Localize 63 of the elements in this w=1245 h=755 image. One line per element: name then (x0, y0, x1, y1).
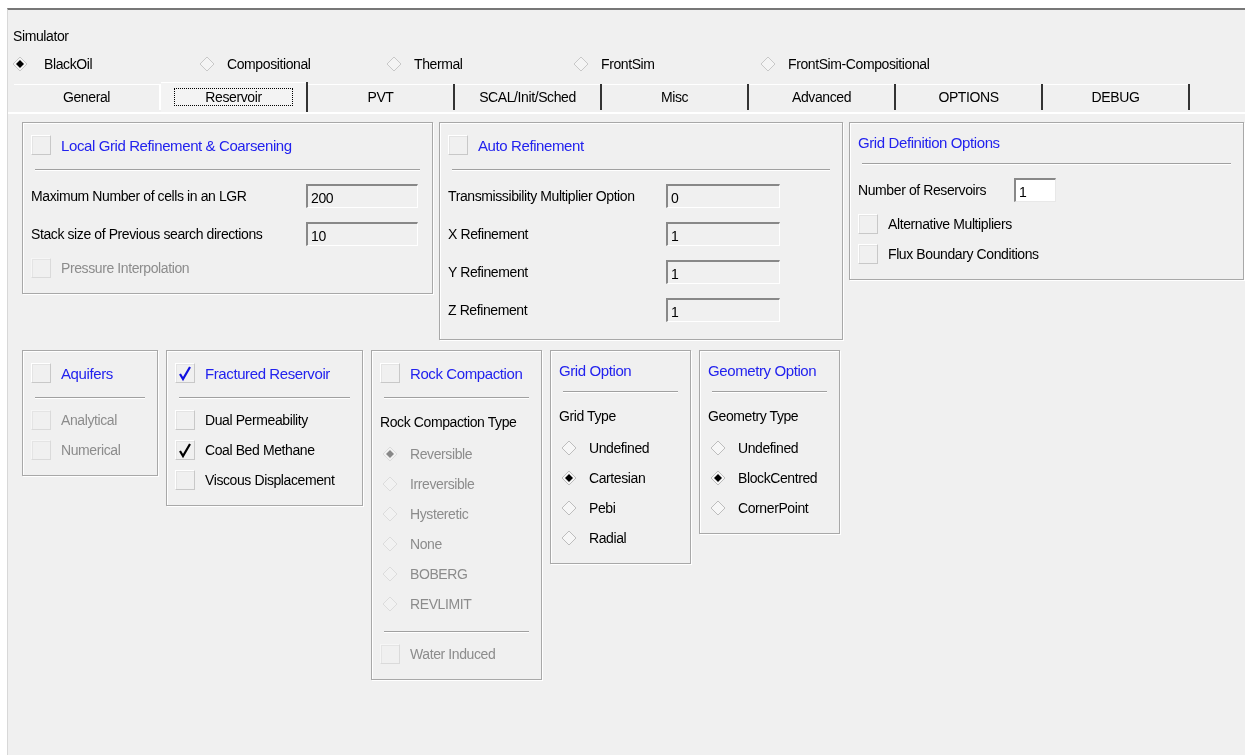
tab[interactable]: PVT (308, 84, 455, 110)
field-label: Stack size of Previous search directions (31, 226, 264, 242)
radio-button[interactable] (760, 56, 776, 72)
field-label: X Refinement (448, 226, 530, 242)
option-heading: Geometry Type (708, 408, 799, 424)
simulator-label: Simulator (12, 27, 70, 46)
radio-label[interactable]: BlackOil (44, 56, 93, 72)
group-title[interactable]: Local Grid Refinement & Coarsening (61, 136, 292, 154)
radio-label[interactable]: BlockCentred (738, 470, 818, 486)
radio-label[interactable]: Compositional (227, 56, 311, 72)
option-heading: Grid Type (559, 408, 616, 424)
group-title: Grid Option (559, 361, 632, 379)
input-field[interactable]: 0 (666, 184, 780, 208)
field-label: Y Refinement (448, 264, 529, 280)
tab[interactable]: SCAL/Init/Sched (455, 84, 602, 110)
radio-button[interactable] (561, 470, 577, 486)
radio-label[interactable]: Radial (589, 530, 627, 546)
radio-button[interactable] (710, 440, 726, 456)
radio-button[interactable] (561, 440, 577, 456)
group-title[interactable]: Auto Refinement (478, 136, 584, 154)
field-label: Z Refinement (448, 302, 529, 318)
tab[interactable]: DEBUG (1043, 84, 1190, 110)
radio-button[interactable] (12, 56, 28, 72)
tab[interactable]: General (14, 84, 161, 110)
radio-label[interactable]: FrontSim-Compositional (788, 56, 930, 72)
radio-button[interactable] (573, 56, 589, 72)
radio-label[interactable]: Thermal (414, 56, 463, 72)
input-field[interactable]: 1 (666, 222, 780, 246)
group-title: Grid Definition Options (858, 133, 1000, 151)
checkbox-label[interactable]: Viscous Displacement (205, 472, 335, 488)
checkbox-label[interactable]: Coal Bed Methane (205, 442, 315, 458)
input-field[interactable]: 10 (306, 222, 418, 246)
radio-button[interactable] (199, 56, 215, 72)
radio-label[interactable]: Pebi (589, 500, 616, 516)
radio-button[interactable] (561, 530, 577, 546)
checkbox-label[interactable]: Alternative Multipliers (888, 216, 1012, 232)
input-field[interactable]: 1 (666, 298, 780, 322)
group-title: Geometry Option (708, 361, 817, 379)
input-field[interactable]: 1 (1014, 178, 1056, 202)
tab[interactable]: Misc (602, 84, 749, 110)
radio-label[interactable]: FrontSim (601, 56, 655, 72)
option-heading: Rock Compaction Type (380, 414, 517, 430)
radio-button[interactable] (710, 470, 726, 486)
radio-label[interactable]: CornerPoint (738, 500, 809, 516)
field-label: Maximum Number of cells in an LGR (31, 188, 248, 204)
input-field[interactable]: 1 (666, 260, 780, 284)
tab[interactable]: OPTIONS (896, 84, 1043, 110)
checkbox-label[interactable]: Flux Boundary Conditions (888, 246, 1039, 262)
tab[interactable]: Reservoir (161, 82, 308, 112)
radio-label[interactable]: Undefined (589, 440, 650, 456)
group-title[interactable]: Aquifers (61, 364, 113, 382)
radio-button[interactable] (386, 56, 402, 72)
radio-button[interactable] (710, 500, 726, 516)
field-label: Transmissibility Multiplier Option (448, 188, 636, 204)
group-title[interactable]: Fractured Reservoir (205, 364, 330, 382)
radio-button[interactable] (561, 500, 577, 516)
radio-label[interactable]: Cartesian (589, 470, 646, 486)
tab[interactable]: Advanced (749, 84, 896, 110)
radio-label[interactable]: Undefined (738, 440, 799, 456)
input-field[interactable]: 200 (306, 184, 418, 208)
field-label: Number of Reservoirs (858, 182, 988, 198)
group-title[interactable]: Rock Compaction (410, 364, 523, 382)
checkbox-label[interactable]: Dual Permeability (205, 412, 308, 428)
